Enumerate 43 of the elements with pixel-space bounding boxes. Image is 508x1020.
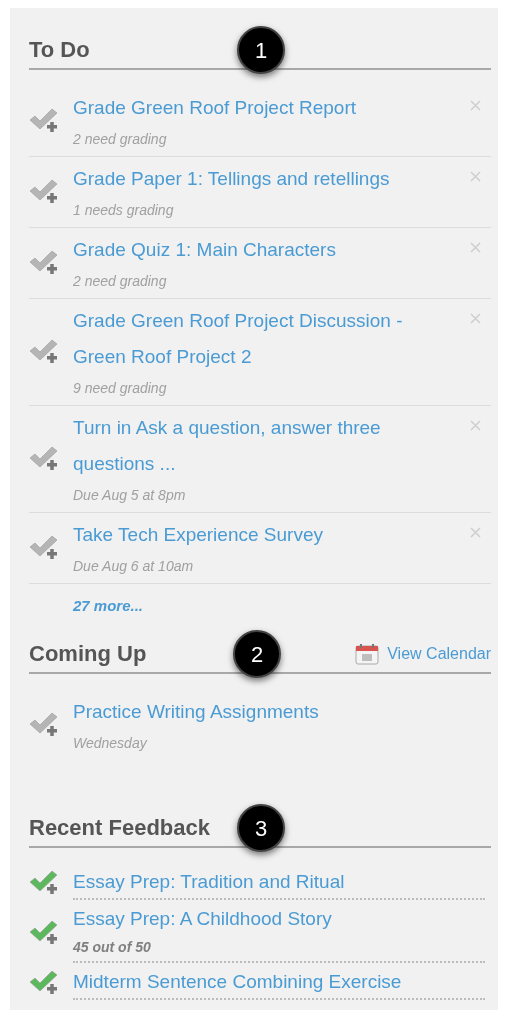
close-icon[interactable] [470,100,481,111]
section-heading: Coming Up [29,640,147,668]
item-detail: 2 need grading [73,272,168,291]
item-link[interactable]: Take Tech Experience Survey [73,517,446,553]
close-icon[interactable] [470,171,481,182]
check-plus-icon [29,179,59,205]
close-icon[interactable] [470,242,481,253]
item-link[interactable]: Midterm Sentence Combining Exercise [73,967,461,997]
check-plus-icon [29,712,59,738]
item-detail: 9 need grading [73,379,168,398]
item-link[interactable]: Grade Green Roof Project Discussion - Green Roof Project 2 [73,303,446,375]
item-link[interactable]: Grade Paper 1: Tellings and retellings [73,161,446,197]
close-icon[interactable] [470,420,481,431]
item-detail: 2 need grading [73,130,168,149]
close-icon[interactable] [470,313,481,324]
item-detail: Wednesday [73,734,149,753]
check-plus-icon [29,535,59,561]
close-icon[interactable] [470,527,481,538]
view-calendar-link[interactable]: View Calendar [387,642,491,666]
item-detail: Due Aug 5 at 8pm [73,486,187,505]
check-plus-icon [29,108,59,134]
check-plus-icon [29,250,59,276]
section-heading: To Do [29,36,90,64]
check-plus-icon [29,870,59,896]
item-detail: Due Aug 6 at 10am [73,557,195,576]
item-link[interactable]: Grade Green Roof Project Report [73,90,446,126]
check-plus-icon [29,920,59,946]
item-detail: 1 needs grading [73,201,175,220]
more-link[interactable]: 27 more... [73,597,144,614]
callout-number: 3 [237,804,285,852]
section-heading: Recent Feedback [29,814,210,842]
item-detail: 45 out of 50 [73,938,152,957]
callout-number: 2 [233,630,281,678]
check-plus-icon [29,446,59,472]
check-plus-icon [29,339,59,365]
item-link[interactable]: Essay Prep: Tradition and Ritual [73,867,461,897]
item-link[interactable]: Grade Quiz 1: Main Characters [73,232,446,268]
calendar-icon [355,643,380,665]
item-link[interactable]: Essay Prep: A Childhood Story [73,904,461,934]
item-link[interactable]: Turn in Ask a question, answer three questions ... [73,410,446,482]
item-link[interactable]: Practice Writing Assignments [73,694,467,730]
callout-number: 1 [237,26,285,74]
check-plus-icon [29,970,59,996]
